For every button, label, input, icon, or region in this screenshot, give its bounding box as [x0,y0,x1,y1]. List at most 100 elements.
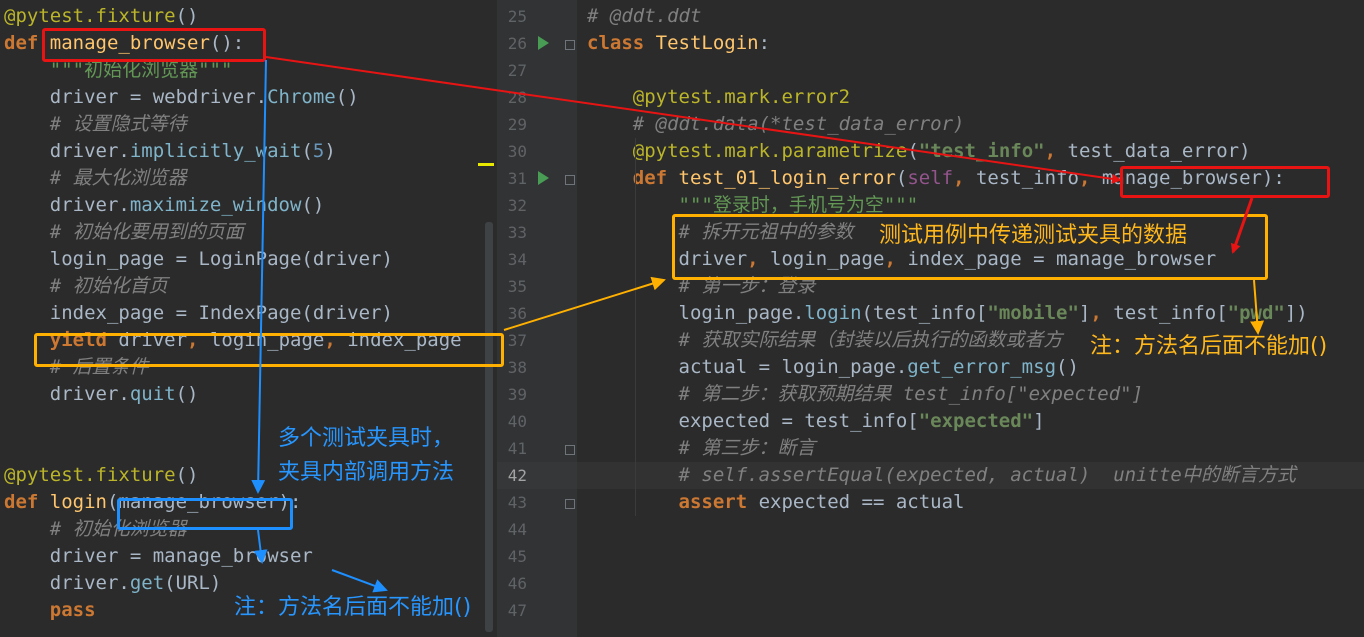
code-token: ]) [1284,302,1308,324]
code-token: # 设置隐式等待 [49,113,187,135]
code-token: """初始化浏览器""" [49,59,233,81]
code-line[interactable]: # 获取实际结果（封装以后执行的函数或者方 [587,327,1063,354]
code-line[interactable]: @pytest.fixture() [4,462,198,489]
code-token: @pytest.fixture [4,5,176,27]
line-number: 36 [507,304,527,323]
code-line[interactable]: pass [4,597,96,624]
code-token: , [1044,140,1057,162]
code-token: () [175,5,199,27]
code-line[interactable]: actual = login_page.get_error_msg() [587,354,1079,381]
code-token: test_info[ [1101,302,1228,324]
code-token: ) [324,140,336,162]
code-line[interactable]: driver = webdriver.Chrome() [4,84,359,111]
code-token: expected == actual [747,491,965,513]
line-number: 39 [507,385,527,404]
code-line[interactable]: assert expected == actual [587,489,965,516]
code-line[interactable]: expected = test_info["expected"] [587,408,1045,435]
code-line[interactable]: driver = manage_browser [4,543,313,570]
run-test-icon[interactable] [538,171,549,185]
code-token: login [804,302,862,324]
no-parens-note-left: 注：方法名后面不能加() [234,595,472,620]
code-line[interactable]: # @ddt.data(*test_data_error) [587,111,965,138]
code-token: () [1056,356,1079,378]
code-line[interactable]: # 第三步：断言 [587,435,816,462]
code-line[interactable]: # 设置隐式等待 [4,111,187,138]
code-line[interactable]: class TestLogin: [587,30,770,57]
code-token: def [4,491,50,513]
code-token: driver = webdriver. [4,86,268,108]
code-token: """登录时，手机号为空""" [678,194,919,216]
code-line[interactable]: login_page = LoginPage(driver) [4,246,393,273]
code-line[interactable]: login_page.login(test_info["mobile"], te… [587,300,1308,327]
code-token: , [1078,167,1091,189]
code-token: "expected" [918,410,1034,432]
code-token: login [49,491,107,513]
left-editor-pane[interactable]: @pytest.fixture() def manage_browser(): "… [0,0,497,637]
editor-scrollbar-thumb[interactable] [485,222,493,632]
code-token: index_page = IndexPage(driver) [4,302,393,324]
code-token: test_data_error) [1056,140,1251,162]
code-token: , [953,167,965,189]
line-number: 35 [507,277,527,296]
code-token: driver. [4,194,130,216]
code-token: "test_info" [918,140,1045,162]
code-line[interactable]: driver.implicitly_wait(5) [4,138,336,165]
code-line[interactable]: @pytest.mark.error2 [587,84,850,111]
code-token: ( [907,140,919,162]
code-token: test_01_login_error [678,167,896,189]
code-token: TestLogin [655,32,759,54]
code-line[interactable]: index_page = IndexPage(driver) [4,300,393,327]
line-number: 45 [507,547,527,566]
error-stripe-marker [478,163,494,166]
code-token: # self.assertEqual(expected, actual) uni… [678,464,1296,486]
code-token: test_info [964,167,1079,189]
line-number-gutter[interactable]: 25 26 27 28 29 30 31 32 33 34 35 36 37 38 39 40 41 42 43 44… [497,0,577,637]
line-number: 37 [507,331,527,350]
right-editor-pane[interactable]: # @ddt.ddt class TestLogin: @pytest.mark.… [577,0,1364,637]
fold-toggle-icon[interactable] [565,40,575,50]
code-line[interactable]: @pytest.fixture() [4,3,198,30]
code-line[interactable]: # self.assertEqual(expected, actual) uni… [587,462,1296,489]
run-test-icon[interactable] [538,36,549,50]
code-token: "pwd" [1227,302,1285,324]
code-line[interactable]: driver.maximize_window() [4,192,325,219]
line-number: 43 [507,493,527,512]
code-token: # 初始化首页 [49,275,168,297]
yield-statement-highlight [34,333,504,367]
code-line[interactable]: # 第二步：获取预期结果 test_info["expected"] [587,381,1144,408]
line-number: 40 [507,412,527,431]
fold-toggle-icon[interactable] [565,175,575,185]
code-token: driver = manage_browser [4,545,313,567]
fold-toggle-icon[interactable] [565,445,575,455]
code-line[interactable]: # 最大化浏览器 [4,165,187,192]
code-token: quit [129,383,176,405]
code-line[interactable]: # 初始化要用到的页面 [4,219,244,246]
code-line[interactable]: # 初始化首页 [4,273,168,300]
indent-guide [635,138,636,516]
code-line[interactable]: driver.quit() [4,381,199,408]
line-number: 33 [507,223,527,242]
code-token: # 初始化要用到的页面 [49,221,244,243]
line-number: 26 [507,34,527,53]
code-line[interactable]: @pytest.mark.parametrize("test_info", te… [587,138,1251,165]
code-token: assert [678,491,748,513]
code-line[interactable]: driver.get(URL) [4,570,222,597]
code-token: implicitly_wait [129,140,302,162]
code-line[interactable]: # @ddt.ddt [587,3,701,30]
code-token: # 第二步：获取预期结果 test_info["expected"] [678,383,1144,405]
fixture-data-note: 测试用例中传递测试夹具的数据 [879,223,1188,248]
test-param-manage-browser-highlight [1120,166,1330,198]
code-token: maximize_window [129,194,302,216]
fold-toggle-icon[interactable] [565,499,575,509]
code-token: self [907,167,954,189]
line-number: 34 [507,250,527,269]
